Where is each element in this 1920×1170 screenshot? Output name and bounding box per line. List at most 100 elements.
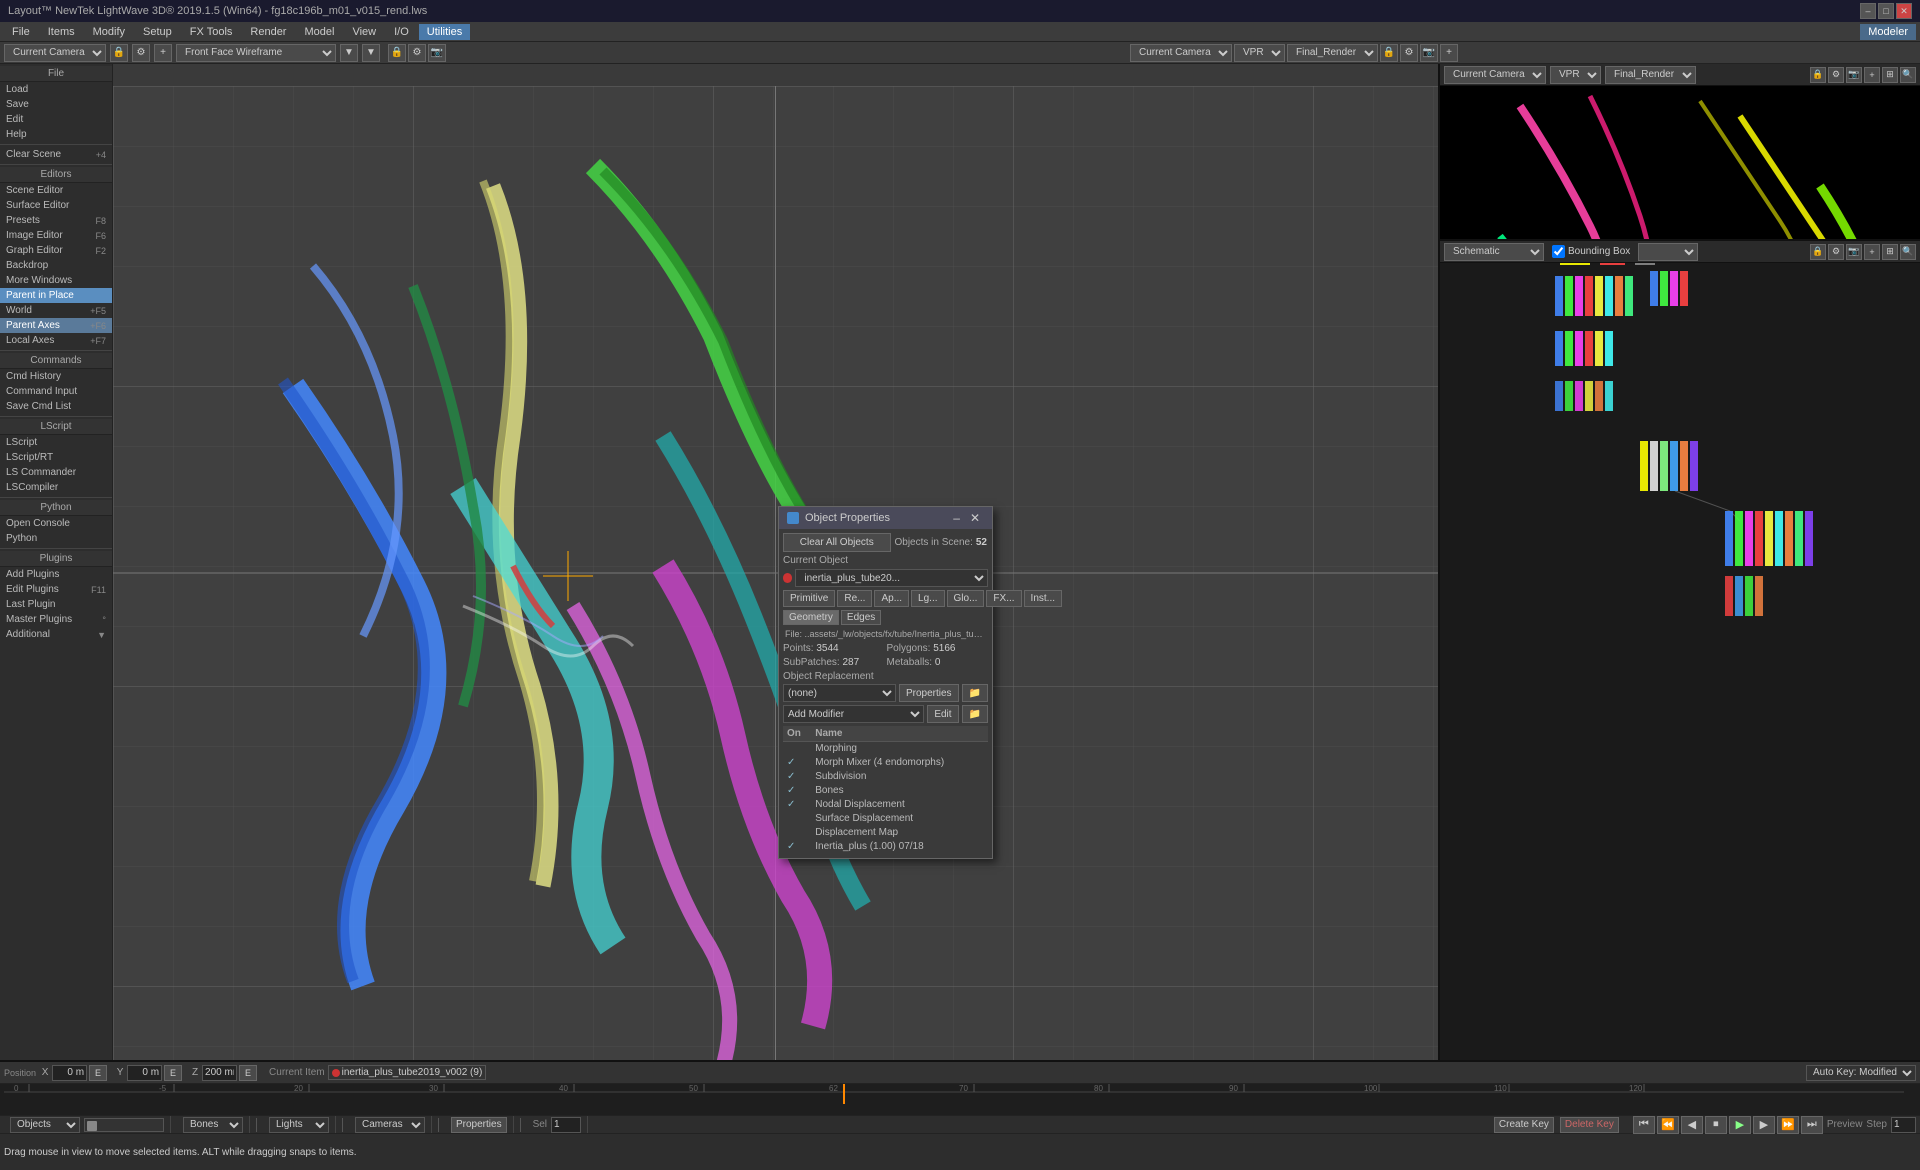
modeler-btn[interactable]: Modeler — [1860, 24, 1916, 40]
bounding-box-checkbox[interactable] — [1552, 245, 1565, 258]
render-viewport[interactable]: Current Camera VPR Final_Render 🔒 ⚙ 📷 — [1440, 64, 1920, 239]
tab-glo[interactable]: Glo... — [947, 590, 985, 607]
modifier-row-5[interactable]: Surface Displacement — [783, 812, 988, 826]
menu-modify[interactable]: Modify — [85, 24, 133, 40]
modifier-on-1[interactable]: ✓ — [783, 756, 811, 770]
play-btn[interactable]: ▶ — [1729, 1116, 1751, 1134]
menu-view[interactable]: View — [344, 24, 384, 40]
sidebar-parent-in-place[interactable]: Parent in Place — [0, 288, 112, 303]
sidebar-backdrop[interactable]: Backdrop — [0, 258, 112, 273]
schematic-lock-btn[interactable]: 🔒 — [1810, 244, 1826, 260]
render-mode-select[interactable]: Final_Render — [1605, 66, 1696, 84]
tab-ap[interactable]: Ap... — [874, 590, 909, 607]
prev-key-btn[interactable]: ◀ — [1681, 1116, 1703, 1134]
sidebar-save-cmd-list[interactable]: Save Cmd List — [0, 399, 112, 414]
dialog-minimize-btn[interactable]: – — [949, 511, 964, 525]
render-gear-btn[interactable]: ⚙ — [1828, 67, 1844, 83]
subtab-edges[interactable]: Edges — [841, 610, 881, 625]
tab-primitive[interactable]: Primitive — [783, 590, 835, 607]
render-expand-btn[interactable]: ⊞ — [1882, 67, 1898, 83]
right-vp-gear[interactable]: ⚙ — [1400, 44, 1418, 62]
schematic-canvas[interactable] — [1440, 241, 1920, 1060]
sidebar-presets[interactable]: PresetsF8 — [0, 213, 112, 228]
sidebar-save[interactable]: Save — [0, 97, 112, 112]
modifier-on-7[interactable]: ✓ — [783, 840, 811, 854]
modifier-row-6[interactable]: Displacement Map — [783, 826, 988, 840]
properties-btn-bottom[interactable]: Properties — [451, 1117, 507, 1133]
menu-io[interactable]: I/O — [386, 24, 417, 40]
main-viewport-canvas[interactable]: Object Properties – ✕ Clear All Objects — [113, 86, 1438, 1060]
sidebar-last-plugin[interactable]: Last Plugin — [0, 597, 112, 612]
sidebar-clear-scene[interactable]: Clear Scene+4 — [0, 147, 112, 162]
next-frame-btn[interactable]: ⏩ — [1777, 1116, 1799, 1134]
render-canvas[interactable] — [1440, 86, 1920, 239]
main-viewport[interactable]: Object Properties – ✕ Clear All Objects — [113, 64, 1440, 1060]
properties-icon-btn[interactable]: 📁 — [962, 684, 988, 702]
x-e-btn[interactable]: E — [89, 1065, 107, 1081]
sidebar-surface-editor[interactable]: Surface Editor — [0, 198, 112, 213]
y-e-btn[interactable]: E — [164, 1065, 182, 1081]
render-vpr-select[interactable]: VPR — [1550, 66, 1601, 84]
sidebar-add-plugins[interactable]: Add Plugins — [0, 567, 112, 582]
render-cam-btn[interactable]: 📷 — [1846, 67, 1862, 83]
sidebar-cmd-history[interactable]: Cmd History — [0, 369, 112, 384]
camera-lock-btn[interactable]: 🔒 — [110, 44, 128, 62]
right-vp-render[interactable]: 📷 — [1420, 44, 1438, 62]
schematic-mode-select[interactable]: Schematic — [1444, 243, 1544, 261]
step-input[interactable] — [1891, 1117, 1916, 1133]
menu-setup[interactable]: Setup — [135, 24, 180, 40]
sidebar-edit[interactable]: Edit — [0, 112, 112, 127]
current-object-select[interactable]: inertia_plus_tube20... — [795, 569, 988, 587]
edit-modifier-btn[interactable]: Edit — [927, 705, 958, 723]
go-end-btn[interactable]: ⏭ — [1801, 1116, 1823, 1134]
sidebar-world-axes[interactable]: World+F5 — [0, 303, 112, 318]
add-modifier-dropdown[interactable]: Add Modifier — [783, 705, 924, 723]
y-value-input[interactable] — [127, 1065, 162, 1081]
sidebar-scene-editor[interactable]: Scene Editor — [0, 183, 112, 198]
stop-btn[interactable]: ⏹ — [1705, 1116, 1727, 1134]
sidebar-image-editor[interactable]: Image EditorF6 — [0, 228, 112, 243]
schematic-add-btn[interactable]: + — [1864, 244, 1880, 260]
objects-dropdown[interactable]: Objects — [10, 1117, 80, 1133]
minimize-btn[interactable]: – — [1860, 3, 1876, 19]
sidebar-graph-editor[interactable]: Graph EditorF2 — [0, 243, 112, 258]
objects-slider[interactable] — [84, 1118, 164, 1132]
modifier-row-1[interactable]: ✓Morph Mixer (4 endomorphs) — [783, 756, 988, 770]
modifier-icon-btn[interactable]: 📁 — [962, 705, 988, 723]
x-value-input[interactable] — [52, 1065, 87, 1081]
modifier-on-4[interactable]: ✓ — [783, 798, 811, 812]
sidebar-additional[interactable]: Additional▼ — [0, 627, 112, 642]
schematic-sub-select[interactable] — [1638, 243, 1698, 261]
view-dropdown-btn[interactable]: ▼ — [340, 44, 358, 62]
next-key-btn[interactable]: ▶ — [1753, 1116, 1775, 1134]
lights-dropdown[interactable]: Lights — [269, 1117, 329, 1133]
cameras-dropdown[interactable]: Cameras — [355, 1117, 425, 1133]
view-mode-dropdown[interactable]: Front Face Wireframe — [176, 44, 336, 62]
dialog-close-btn[interactable]: ✕ — [966, 511, 984, 525]
menu-fxtools[interactable]: FX Tools — [182, 24, 241, 40]
sidebar-parent-axes[interactable]: Parent Axes+F6 — [0, 318, 112, 333]
vp-lock-icon[interactable]: 🔒 — [388, 44, 406, 62]
schematic-gear-btn[interactable]: ⚙ — [1828, 244, 1844, 260]
sidebar-more-windows[interactable]: More Windows — [0, 273, 112, 288]
render-lock-btn[interactable]: 🔒 — [1810, 67, 1826, 83]
sidebar-python[interactable]: Python — [0, 531, 112, 546]
tab-lg[interactable]: Lg... — [911, 590, 944, 607]
auto-key-select[interactable]: Auto Key: Modified — [1806, 1065, 1916, 1081]
z-e-btn[interactable]: E — [239, 1065, 257, 1081]
modifier-row-7[interactable]: ✓Inertia_plus (1.00) 07/18 — [783, 840, 988, 854]
camera-settings-btn[interactable]: ⚙ — [132, 44, 150, 62]
render-cam-select[interactable]: Current Camera — [1444, 66, 1546, 84]
sidebar-local-axes[interactable]: Local Axes+F7 — [0, 333, 112, 348]
modifier-on-0[interactable] — [783, 742, 811, 756]
dialog-title-bar[interactable]: Object Properties – ✕ — [779, 507, 992, 529]
schematic-search-btn[interactable]: 🔍 — [1900, 244, 1916, 260]
timeline-track[interactable]: 0 -5 20 30 40 50 62 70 80 90 100 110 120 — [0, 1084, 1920, 1115]
close-btn[interactable]: ✕ — [1896, 3, 1912, 19]
tab-fx[interactable]: FX... — [986, 590, 1021, 607]
modifier-row-2[interactable]: ✓Subdivision — [783, 770, 988, 784]
modifier-row-4[interactable]: ✓Nodal Displacement — [783, 798, 988, 812]
modifier-on-5[interactable] — [783, 812, 811, 826]
properties-btn[interactable]: Properties — [899, 684, 959, 702]
camera-dropdown[interactable]: Current Camera — [4, 44, 106, 62]
